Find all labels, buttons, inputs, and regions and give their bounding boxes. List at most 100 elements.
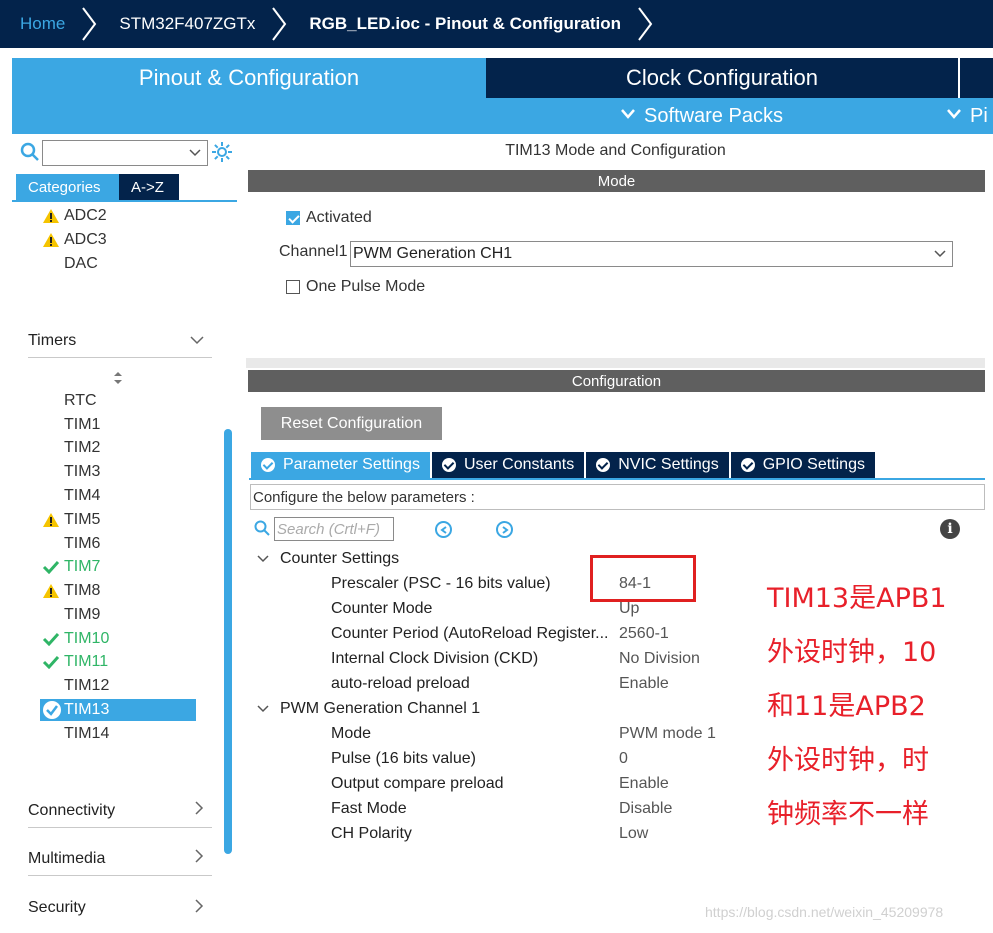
- group-pwm-channel1[interactable]: PWM Generation Channel 1: [256, 697, 480, 721]
- check-icon: [42, 632, 64, 646]
- tree-item-tim14[interactable]: TIM14: [42, 723, 109, 745]
- tab-label: Parameter Settings: [283, 456, 420, 473]
- chevron-down-icon: [934, 246, 946, 262]
- channel1-select[interactable]: PWM Generation CH1: [350, 241, 953, 267]
- param-counter-period[interactable]: Counter Period (AutoReload Register...: [331, 622, 608, 646]
- warning-icon: [42, 208, 64, 224]
- warning-icon: [42, 512, 64, 528]
- tree-item-tim1[interactable]: TIM1: [42, 414, 100, 436]
- breadcrumb-device[interactable]: STM32F407ZGTx: [99, 0, 269, 48]
- pinout-menu[interactable]: Pi: [946, 98, 988, 134]
- check-icon: [42, 655, 64, 669]
- tree-item-label: TIM13: [64, 701, 110, 718]
- tree-item-tim11[interactable]: TIM11: [42, 651, 108, 673]
- param-prescaler[interactable]: Prescaler (PSC - 16 bits value): [331, 572, 551, 596]
- parameter-search-input[interactable]: Search (Crtl+F): [274, 517, 394, 541]
- software-packs-menu[interactable]: Software Packs: [620, 98, 783, 134]
- gear-icon[interactable]: [210, 140, 234, 164]
- tree-item-tim6[interactable]: TIM6: [42, 533, 100, 555]
- left-scrollbar[interactable]: [224, 429, 232, 854]
- param-auto-reload[interactable]: auto-reload preload: [331, 672, 470, 696]
- panel-title: TIM13 Mode and Configuration: [505, 142, 726, 159]
- category-search-row: [12, 138, 237, 168]
- tree-item-tim9[interactable]: TIM9: [42, 604, 100, 626]
- tab-gpio-settings[interactable]: GPIO Settings: [730, 452, 877, 478]
- tab-more[interactable]: [962, 58, 993, 98]
- tree-item-tim10[interactable]: TIM10: [42, 628, 109, 650]
- left-panel: Categories A->Z ADC2 ADC3 DAC Timers RTC…: [12, 134, 237, 933]
- info-icon[interactable]: i: [940, 519, 960, 539]
- tree-item-label: TIM7: [64, 558, 101, 575]
- next-icon[interactable]: [496, 521, 513, 538]
- tree-item-tim5[interactable]: TIM5: [42, 509, 100, 531]
- channel1-value: PWM Generation CH1: [353, 245, 513, 262]
- tab-nvic-settings[interactable]: NVIC Settings: [586, 452, 731, 478]
- param-fast-mode-value[interactable]: Disable: [619, 797, 672, 821]
- tree-item-label: TIM1: [64, 416, 101, 433]
- param-fast-mode[interactable]: Fast Mode: [331, 797, 407, 821]
- param-ch-polarity[interactable]: CH Polarity: [331, 822, 412, 846]
- check-circle-icon: [42, 700, 64, 720]
- category-search-input[interactable]: [42, 140, 208, 166]
- param-oc-preload-value[interactable]: Enable: [619, 772, 669, 796]
- previous-icon[interactable]: [435, 521, 452, 538]
- param-ch-polarity-value[interactable]: Low: [619, 822, 648, 846]
- check-circle-icon: [740, 458, 755, 472]
- chevron-down-icon: [189, 145, 201, 161]
- tree-item-label: ADC3: [64, 231, 107, 248]
- tab-parameter-settings[interactable]: Parameter Settings: [251, 452, 432, 478]
- reset-configuration-button[interactable]: Reset Configuration: [261, 407, 442, 440]
- section-timers[interactable]: Timers: [28, 324, 212, 358]
- tree-item-tim2[interactable]: TIM2: [42, 437, 100, 459]
- search-icon[interactable]: [254, 520, 270, 541]
- param-clock-division[interactable]: Internal Clock Division (CKD): [331, 647, 538, 671]
- breadcrumb-home[interactable]: Home: [0, 0, 79, 48]
- one-pulse-checkbox[interactable]: One Pulse Mode: [286, 278, 425, 296]
- tree-item-tim4[interactable]: TIM4: [42, 485, 100, 507]
- chevron-right-icon: [194, 898, 204, 918]
- parameter-search: Search (Crtl+F): [254, 517, 419, 541]
- tab-clock-configuration[interactable]: Clock Configuration: [486, 58, 960, 98]
- tree-item-tim13[interactable]: TIM13: [40, 699, 196, 721]
- section-multimedia[interactable]: Multimedia: [28, 842, 212, 876]
- param-pwm-mode[interactable]: Mode: [331, 722, 371, 746]
- tree-item-label: DAC: [64, 255, 98, 272]
- tree-item-tim12[interactable]: TIM12: [42, 675, 109, 697]
- param-oc-preload[interactable]: Output compare preload: [331, 772, 504, 796]
- tree-item-label: TIM5: [64, 511, 101, 528]
- section-label: Security: [28, 899, 86, 916]
- section-connectivity[interactable]: Connectivity: [28, 794, 212, 828]
- chevron-down-icon: [256, 555, 270, 563]
- annotation-line: TIM13是APB1: [767, 583, 947, 614]
- breadcrumb-current[interactable]: RGB_LED.ioc - Pinout & Configuration: [289, 0, 635, 48]
- tree-item-adc2[interactable]: ADC2: [42, 205, 107, 227]
- tab-user-constants[interactable]: User Constants: [431, 452, 587, 478]
- sub-menu-bar: Software Packs Pi: [12, 98, 993, 134]
- tree-item-tim3[interactable]: TIM3: [42, 461, 100, 483]
- tree-item-tim8[interactable]: TIM8: [42, 580, 100, 602]
- sort-icon[interactable]: [112, 371, 124, 390]
- param-pulse-value[interactable]: 0: [619, 747, 628, 771]
- param-clock-division-value[interactable]: No Division: [619, 647, 700, 671]
- tree-item-label: TIM8: [64, 582, 101, 599]
- tab-categories[interactable]: Categories: [16, 174, 119, 200]
- chevron-right-icon: [269, 0, 289, 48]
- group-counter-settings[interactable]: Counter Settings: [256, 547, 399, 571]
- tree-item-label: TIM12: [64, 677, 110, 694]
- param-pwm-mode-value[interactable]: PWM mode 1: [619, 722, 716, 746]
- tree-item-dac[interactable]: DAC: [42, 253, 98, 275]
- activated-checkbox[interactable]: Activated: [286, 209, 372, 227]
- param-counter-period-value[interactable]: 2560-1: [619, 622, 669, 646]
- param-pulse[interactable]: Pulse (16 bits value): [331, 747, 476, 771]
- chevron-down-icon: [620, 107, 636, 125]
- tab-pinout-configuration[interactable]: Pinout & Configuration: [12, 58, 486, 98]
- param-counter-mode[interactable]: Counter Mode: [331, 597, 432, 621]
- tree-item-rtc[interactable]: RTC: [42, 390, 97, 412]
- section-security[interactable]: Security: [28, 891, 212, 925]
- search-icon[interactable]: [20, 142, 40, 162]
- tab-a-z[interactable]: A->Z: [119, 174, 179, 200]
- tree-item-tim7[interactable]: TIM7: [42, 556, 100, 578]
- tree-item-adc3[interactable]: ADC3: [42, 229, 107, 251]
- annotation-line: 外设时钟，10: [767, 637, 937, 668]
- param-auto-reload-value[interactable]: Enable: [619, 672, 669, 696]
